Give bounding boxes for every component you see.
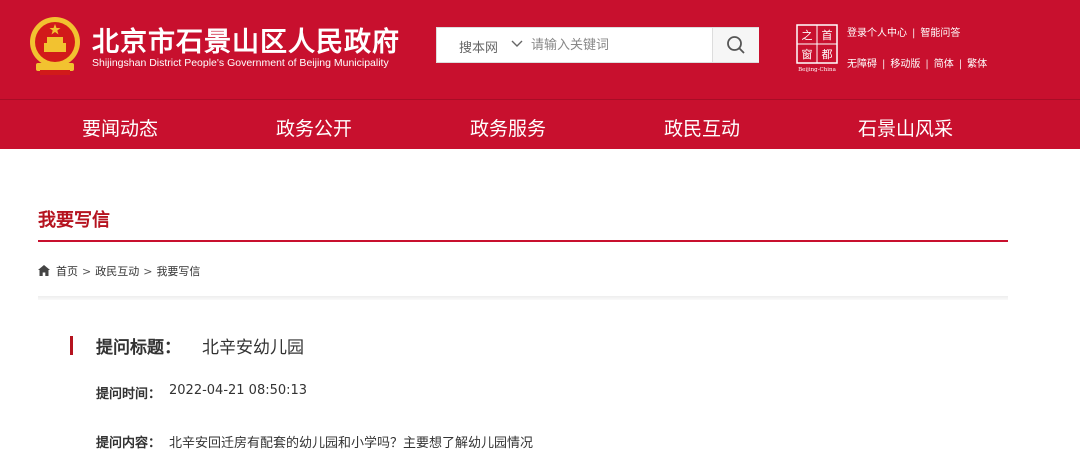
nav-item-scenery[interactable]: 石景山风采 [858,114,953,141]
capital-logo-char: 窗 [802,47,813,61]
chevron-down-icon[interactable] [510,37,524,51]
simplified-link[interactable]: 简体 [934,59,954,70]
traditional-link[interactable]: 繁体 [967,59,987,70]
question-time-value: 2022-04-21 08:50:13 [169,383,308,398]
breadcrumb: 首页 > 政民互动 > 我要写信 [38,263,200,279]
mobile-link[interactable]: 移动版 [890,59,920,70]
link-separator: | [912,28,916,39]
search-box: 搜本网 [436,27,759,63]
nav-item-services[interactable]: 政务服务 [470,114,546,141]
capital-logo-char: 都 [822,48,833,61]
nav-item-interaction[interactable]: 政民互动 [664,114,740,141]
top-links-row-2: 无障碍 | 移动版 | 简体 | 繁体 [847,55,987,70]
search-scope-select[interactable]: 搜本网 [459,37,498,56]
link-separator: | [958,59,963,70]
question-content-label: 提问内容： [96,436,162,451]
breadcrumb-separator: > [143,265,153,278]
national-emblem-icon[interactable] [26,15,84,77]
link-separator: | [925,59,929,70]
top-links-row-1: 登录个人中心 | 智能问答 [847,24,960,39]
capital-window-logo-icon[interactable]: 之 首 窗 都 Beijing-China [795,23,839,73]
capital-logo-caption: Beijing-China [798,67,836,73]
breadcrumb-separator: > [82,265,92,278]
site-title[interactable]: 北京市石景山区人民政府 [92,20,400,59]
nav-item-open-affairs[interactable]: 政务公开 [276,114,352,141]
page-title: 我要写信 [38,210,110,231]
home-icon [38,265,50,276]
link-separator: | [882,59,886,70]
nav-item-news[interactable]: 要闻动态 [82,114,158,141]
breadcrumb-home[interactable]: 首页 [56,265,78,278]
login-link[interactable]: 登录个人中心 [847,28,907,39]
main-nav: 要闻动态 政务公开 政务服务 政民互动 石景山风采 [0,99,1080,149]
question-title-label: 提问标题： [96,338,181,358]
site-header: 北京市石景山区人民政府 Shijingshan District People'… [0,0,1080,99]
question-content-value: 北辛安回迁房有配套的幼儿园和小学吗？主要想了解幼儿园情况 [169,436,534,451]
capital-logo-char: 首 [822,28,833,42]
breadcrumb-interaction[interactable]: 政民互动 [95,265,139,278]
title-divider [38,240,1008,242]
title-accent-bar [70,336,73,355]
content-divider [38,296,1008,300]
search-input[interactable] [531,35,701,55]
breadcrumb-current: 我要写信 [156,265,201,278]
accessibility-link[interactable]: 无障碍 [847,59,877,70]
site-subtitle: Shijingshan District People's Government… [92,57,389,69]
search-button[interactable] [712,28,759,62]
question-time-label: 提问时间： [96,387,162,402]
question-title-value: 北辛安幼儿园 [202,338,304,358]
smart-qa-link[interactable]: 智能问答 [920,28,960,39]
search-icon [727,36,745,54]
capital-logo-char: 之 [802,28,813,42]
